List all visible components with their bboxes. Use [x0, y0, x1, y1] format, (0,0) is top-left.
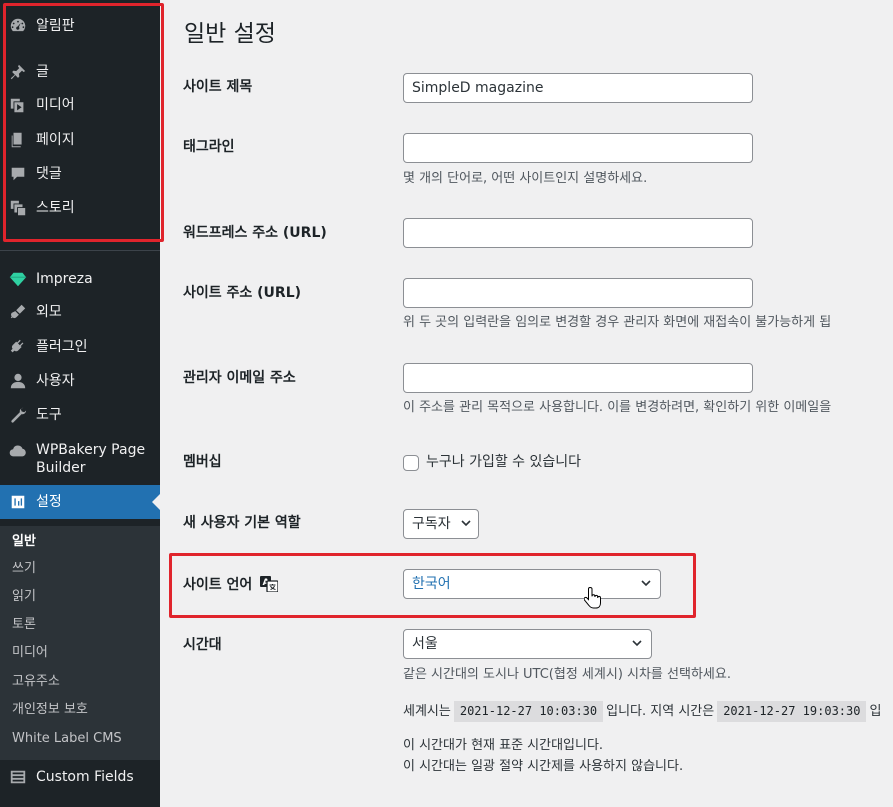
- sidebar-item-label: 스토리: [36, 200, 75, 216]
- page-title: 일반 설정: [184, 21, 276, 47]
- sidebar-item-label: Custom Fields: [36, 769, 134, 785]
- sidebar-item-label: 페이지: [36, 132, 75, 148]
- appearance-icon: [9, 303, 27, 321]
- wp-address-input[interactable]: [403, 218, 753, 248]
- admin-sidebar: 알림판 글 미디어 페이지 댓글 스토리 Impreza 외모 플러그인 사용자…: [0, 0, 164, 807]
- sidebar-item-label: 외모: [36, 304, 62, 320]
- sidebar-item-posts[interactable]: 글: [0, 61, 160, 83]
- sidebar-item-label: 사용자: [36, 373, 75, 389]
- timezone-label: 시간대: [183, 637, 222, 653]
- local-time: 2021-12-27 19:03:30: [717, 701, 867, 722]
- stories-icon: [9, 199, 27, 217]
- sidebar-item-impreza[interactable]: Impreza: [0, 268, 160, 290]
- custom-fields-icon: [9, 768, 27, 786]
- site-title-label: 사이트 제목: [183, 79, 253, 95]
- sidebar-item-label: 알림판: [36, 18, 75, 34]
- users-icon: [9, 372, 27, 390]
- tagline-label: 태그라인: [183, 139, 235, 155]
- timezone-value: 서울: [412, 636, 438, 652]
- submenu-item-writing[interactable]: 쓰기: [12, 561, 36, 577]
- comments-icon: [9, 165, 27, 183]
- timezone-note-standard: 이 시간대가 현재 표준 시간대입니다.: [403, 738, 604, 753]
- settings-content: 일반 설정 사이트 제목 SimpleD magazine 태그라인 몇 개의 …: [160, 0, 893, 807]
- plugins-icon: [9, 338, 27, 356]
- submenu-item-reading[interactable]: 읽기: [12, 589, 36, 605]
- tagline-description: 몇 개의 단어로, 어떤 사이트인지 설명하세요.: [403, 171, 648, 186]
- admin-email-input[interactable]: [403, 363, 753, 393]
- settings-submenu: 일반 쓰기 읽기 토론 미디어 고유주소 개인정보 보호 White Label…: [0, 526, 160, 760]
- submenu-item-white-label-cms[interactable]: White Label CMS: [12, 731, 122, 747]
- sidebar-item-appearance[interactable]: 외모: [0, 301, 160, 323]
- submenu-item-media[interactable]: 미디어: [12, 645, 48, 661]
- sidebar-item-plugins[interactable]: 플러그인: [0, 336, 160, 358]
- sidebar-item-custom-fields[interactable]: Custom Fields: [0, 766, 160, 788]
- sidebar-item-users[interactable]: 사용자: [0, 370, 160, 392]
- timezone-select[interactable]: 서울: [403, 629, 652, 659]
- sidebar-item-label: 도구: [36, 407, 62, 423]
- default-role-select[interactable]: 구독자: [403, 509, 479, 539]
- submenu-item-discussion[interactable]: 토론: [12, 617, 36, 633]
- sidebar-item-pages[interactable]: 페이지: [0, 129, 160, 151]
- timezone-description: 같은 시간대의 도시나 UTC(협정 세계시) 시차를 선택하세요.: [403, 667, 731, 682]
- utc-time: 2021-12-27 10:03:30: [453, 701, 604, 722]
- media-icon: [9, 96, 27, 114]
- sidebar-item-stories[interactable]: 스토리: [0, 197, 160, 219]
- admin-email-description: 이 주소를 관리 목적으로 사용합니다. 이를 변경하려면, 확인하기 위한 이…: [403, 400, 832, 415]
- local-suffix: 입: [869, 704, 882, 719]
- sidebar-separator: [0, 250, 160, 251]
- site-language-label-text: 사이트 언어: [183, 577, 253, 593]
- sidebar-item-label: 미디어: [36, 97, 75, 113]
- sidebar-item-dashboard[interactable]: 알림판: [0, 15, 160, 37]
- dashboard-icon: [9, 17, 27, 35]
- membership-option-label[interactable]: 누구나 가입할 수 있습니다: [426, 454, 581, 471]
- chevron-down-icon: [632, 640, 642, 649]
- pin-icon: [9, 63, 27, 81]
- sidebar-item-media[interactable]: 미디어: [0, 94, 160, 116]
- sidebar-item-tools[interactable]: 도구: [0, 404, 160, 426]
- pages-icon: [9, 131, 27, 149]
- site-address-input[interactable]: [403, 278, 753, 308]
- cloud-icon: [9, 442, 27, 460]
- sidebar-item-comments[interactable]: 댓글: [0, 163, 160, 185]
- submenu-item-general[interactable]: 일반: [12, 534, 36, 550]
- sidebar-item-label: WPBakery Page: [36, 442, 146, 458]
- sidebar-item-label: 플러그인: [36, 339, 88, 355]
- submenu-item-privacy[interactable]: 개인정보 보호: [12, 702, 88, 718]
- sidebar-item-label: Impreza: [36, 271, 93, 287]
- diamond-icon: [9, 270, 27, 288]
- translate-icon: A: [260, 576, 279, 597]
- sidebar-item-wpbakery[interactable]: WPBakery Page Builder: [0, 440, 160, 478]
- wp-address-label: 워드프레스 주소 (URL): [183, 225, 327, 241]
- time-comparison: 세계시는 2021-12-27 10:03:30 입니다. 지역 시간은 2021-1…: [403, 701, 881, 722]
- chevron-down-icon: [461, 520, 471, 529]
- site-address-description: 위 두 곳의 입력란을 임의로 변경할 경우 관리자 화면에 재접속이 불가능하…: [403, 315, 832, 330]
- admin-email-label: 관리자 이메일 주소: [183, 370, 296, 386]
- membership-checkbox[interactable]: [403, 455, 419, 471]
- utc-suffix: 입니다. 지역 시간은: [606, 704, 715, 719]
- default-role-label: 새 사용자 기본 역할: [183, 515, 301, 531]
- utc-prefix: 세계시는: [403, 704, 451, 719]
- membership-label: 멤버십: [183, 454, 222, 470]
- sidebar-item-label-line2: Builder: [36, 460, 86, 476]
- site-address-label: 사이트 주소 (URL): [183, 285, 302, 301]
- sidebar-item-label: 설정: [36, 494, 62, 510]
- site-language-value: 한국어: [412, 576, 451, 592]
- timezone-note-dst: 이 시간대는 일광 절약 시간제를 사용하지 않습니다.: [403, 759, 684, 774]
- submenu-item-permalinks[interactable]: 고유주소: [12, 674, 60, 690]
- sidebar-item-settings[interactable]: 설정: [0, 485, 160, 519]
- hand-cursor-icon: [583, 586, 602, 610]
- site-language-label: 사이트 언어 A: [183, 576, 279, 597]
- tagline-input[interactable]: [403, 133, 753, 163]
- site-title-input[interactable]: SimpleD magazine: [403, 73, 753, 103]
- active-indicator: [152, 494, 160, 510]
- sidebar-item-label: 댓글: [36, 166, 62, 182]
- chevron-down-icon: [641, 580, 651, 589]
- site-language-select[interactable]: 한국어: [403, 569, 661, 599]
- default-role-value: 구독자: [412, 516, 451, 532]
- sidebar-item-label: 글: [36, 64, 49, 80]
- tools-icon: [9, 406, 27, 424]
- settings-icon: [9, 493, 27, 511]
